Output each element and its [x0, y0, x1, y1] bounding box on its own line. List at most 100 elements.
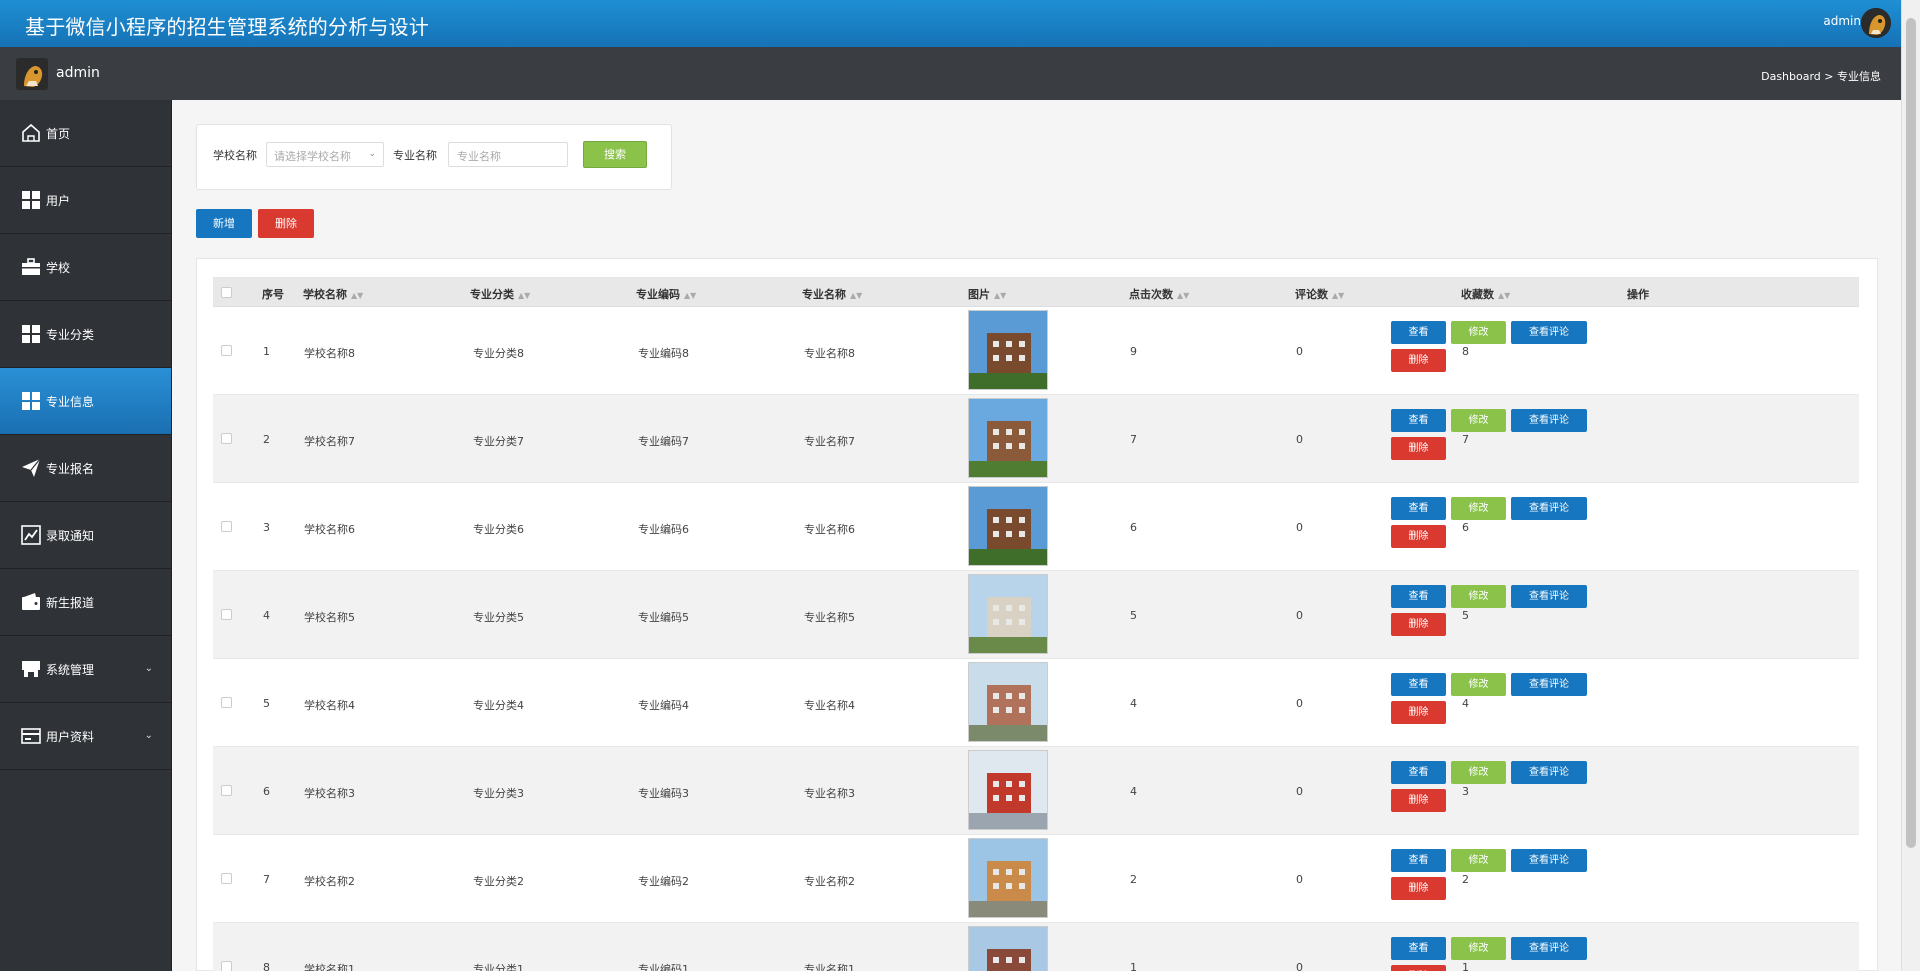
edit-button[interactable]: 修改	[1451, 497, 1506, 520]
school-select-placeholder: 请选择学校名称	[274, 150, 351, 163]
delete-button[interactable]: 删除	[1391, 965, 1446, 971]
view-comments-button[interactable]: 查看评论	[1511, 849, 1587, 872]
sidebar-avatar[interactable]	[16, 58, 48, 90]
col-clicks[interactable]: 点击次数 ▲▼	[1129, 286, 1189, 302]
view-button[interactable]: 查看	[1391, 497, 1446, 520]
row-checkbox[interactable]	[221, 521, 232, 532]
cell-code: 专业编码3	[638, 787, 689, 800]
header-username[interactable]: admin	[1823, 14, 1861, 28]
cell-clicks: 1	[1130, 961, 1137, 971]
row-checkbox[interactable]	[221, 961, 232, 971]
search-button[interactable]: 搜索	[583, 141, 647, 168]
search-panel: 学校名称 请选择学校名称 ⌄ 专业名称 专业名称 搜索	[196, 124, 672, 190]
cell-favorites: 3	[1462, 785, 1469, 798]
view-button[interactable]: 查看	[1391, 849, 1446, 872]
cell-clicks: 2	[1130, 873, 1137, 886]
building-photo-icon	[969, 927, 1047, 971]
edit-button[interactable]: 修改	[1451, 585, 1506, 608]
edit-button[interactable]: 修改	[1451, 673, 1506, 696]
col-favorites-label: 收藏数	[1461, 288, 1494, 301]
col-favorites[interactable]: 收藏数 ▲▼	[1461, 286, 1510, 302]
cell-comments: 0	[1296, 785, 1303, 798]
row-checkbox[interactable]	[221, 345, 232, 356]
view-button[interactable]: 查看	[1391, 761, 1446, 784]
cell-category: 专业分类7	[473, 435, 524, 448]
chevron-down-icon: ⌄	[368, 149, 376, 159]
edit-button[interactable]: 修改	[1451, 849, 1506, 872]
cell-category: 专业分类8	[473, 347, 524, 360]
school-name-label: 学校名称	[213, 149, 257, 162]
delete-button[interactable]: 删除	[1391, 789, 1446, 812]
view-comments-button[interactable]: 查看评论	[1511, 409, 1587, 432]
sidebar-item-major-category[interactable]: 专业分类	[0, 301, 171, 368]
header-avatar[interactable]	[1861, 8, 1891, 38]
sidebar-item-major-info[interactable]: 专业信息	[0, 368, 171, 435]
view-comments-button[interactable]: 查看评论	[1511, 321, 1587, 344]
select-all-checkbox[interactable]	[221, 287, 232, 298]
major-name-input[interactable]: 专业名称	[448, 142, 568, 167]
sidebar-item-user-profile[interactable]: 用户资料 ⌄	[0, 703, 171, 770]
sidebar-item-admission-notice[interactable]: 录取通知	[0, 502, 171, 569]
view-button[interactable]: 查看	[1391, 673, 1446, 696]
row-checkbox[interactable]	[221, 785, 232, 796]
row-checkbox[interactable]	[221, 433, 232, 444]
table-row: 4 学校名称5 专业分类5 专业编码5 专业名称5 5 0 5 查看 修改 查看评论 删除	[213, 571, 1859, 659]
delete-button[interactable]: 删除	[1391, 525, 1446, 548]
row-checkbox[interactable]	[221, 873, 232, 884]
breadcrumb[interactable]: Dashboard > 专业信息	[1761, 68, 1881, 84]
major-image	[968, 926, 1048, 971]
view-comments-button[interactable]: 查看评论	[1511, 673, 1587, 696]
edit-button[interactable]: 修改	[1451, 321, 1506, 344]
batch-delete-button[interactable]: 删除	[258, 209, 314, 238]
col-code[interactable]: 专业编码 ▲▼	[636, 286, 696, 302]
delete-button[interactable]: 删除	[1391, 437, 1446, 460]
edit-button[interactable]: 修改	[1451, 937, 1506, 960]
cell-name: 专业名称7	[804, 435, 855, 448]
cell-clicks: 9	[1130, 345, 1137, 358]
delete-button[interactable]: 删除	[1391, 349, 1446, 372]
view-comments-button[interactable]: 查看评论	[1511, 761, 1587, 784]
sidebar-item-home[interactable]: 首页	[0, 100, 171, 167]
cell-idx: 8	[263, 961, 270, 971]
edit-button[interactable]: 修改	[1451, 409, 1506, 432]
row-checkbox[interactable]	[221, 609, 232, 620]
sidebar-item-users[interactable]: 用户	[0, 167, 171, 234]
col-code-label: 专业编码	[636, 288, 680, 301]
view-button[interactable]: 查看	[1391, 937, 1446, 960]
view-comments-button[interactable]: 查看评论	[1511, 585, 1587, 608]
sort-icon: ▲▼	[351, 291, 364, 300]
edit-button[interactable]: 修改	[1451, 761, 1506, 784]
sidebar-item-system-management[interactable]: 系统管理 ⌄	[0, 636, 171, 703]
delete-button[interactable]: 删除	[1391, 877, 1446, 900]
add-button[interactable]: 新增	[196, 209, 252, 238]
col-school[interactable]: 学校名称 ▲▼	[303, 286, 363, 302]
cell-idx: 6	[263, 785, 270, 798]
sort-icon: ▲▼	[1177, 291, 1190, 300]
col-category[interactable]: 专业分类 ▲▼	[470, 286, 530, 302]
view-button[interactable]: 查看	[1391, 409, 1446, 432]
col-name[interactable]: 专业名称 ▲▼	[802, 286, 862, 302]
row-checkbox[interactable]	[221, 697, 232, 708]
paper-plane-icon	[20, 457, 42, 479]
sort-icon: ▲▼	[850, 291, 863, 300]
cell-school: 学校名称4	[304, 699, 355, 712]
cell-idx: 5	[263, 697, 270, 710]
sidebar-item-freshman-report[interactable]: 新生报道	[0, 569, 171, 636]
school-select[interactable]: 请选择学校名称 ⌄	[266, 142, 384, 167]
col-image[interactable]: 图片 ▲▼	[968, 286, 1006, 302]
view-button[interactable]: 查看	[1391, 585, 1446, 608]
delete-button[interactable]: 删除	[1391, 613, 1446, 636]
delete-button[interactable]: 删除	[1391, 701, 1446, 724]
sidebar-item-school[interactable]: 学校	[0, 234, 171, 301]
view-comments-button[interactable]: 查看评论	[1511, 497, 1587, 520]
scrollbar-thumb[interactable]	[1906, 18, 1916, 848]
sidebar-item-major-signup[interactable]: 专业报名	[0, 435, 171, 502]
col-comments[interactable]: 评论数 ▲▼	[1295, 286, 1344, 302]
grid-icon	[20, 323, 42, 345]
page-scrollbar[interactable]	[1901, 0, 1920, 971]
col-name-label: 专业名称	[802, 288, 846, 301]
table-row: 7 学校名称2 专业分类2 专业编码2 专业名称2 2 0 2 查看 修改 查看评论 删除	[213, 835, 1859, 923]
view-button[interactable]: 查看	[1391, 321, 1446, 344]
view-comments-button[interactable]: 查看评论	[1511, 937, 1587, 960]
table-row: 8 学校名称1 专业分类1 专业编码1 专业名称1 1 0 1 查看修改查看评论删除	[213, 923, 1859, 971]
